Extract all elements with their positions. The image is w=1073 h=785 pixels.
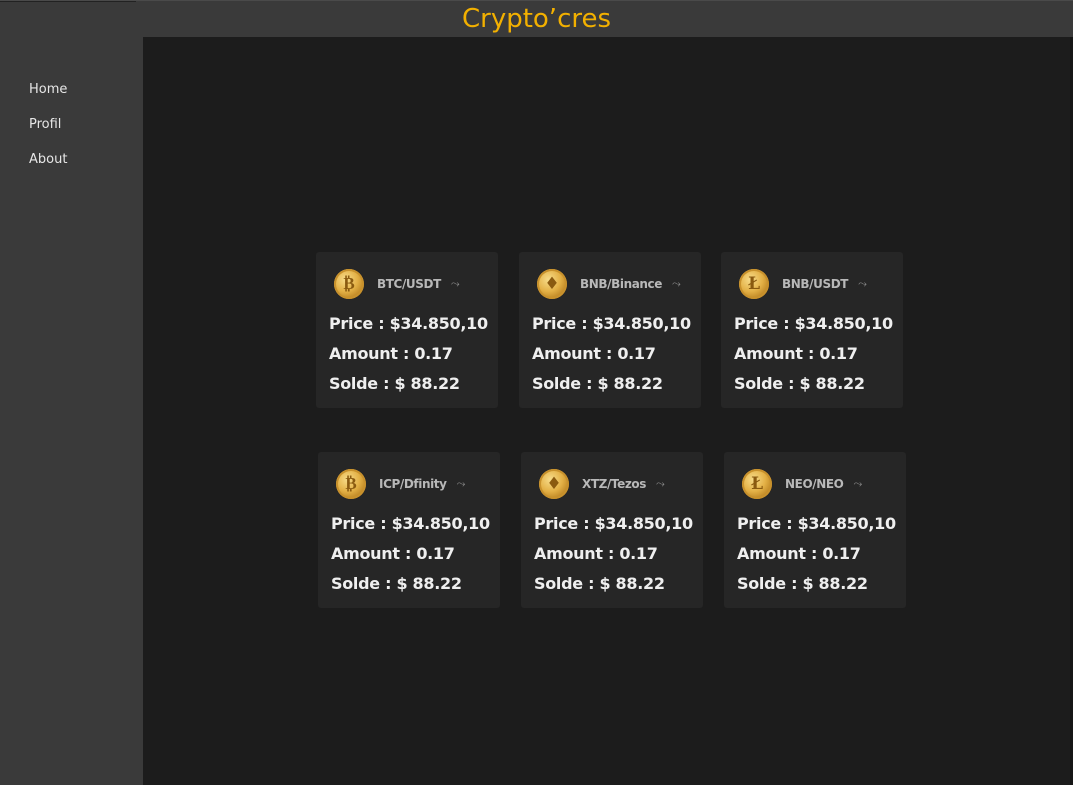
trend-up-icon: ⤳ (656, 477, 665, 490)
solde-value: Solde : $ 88.22 (737, 574, 868, 593)
ethereum-coin-icon: ♦ (539, 469, 569, 499)
card-header: Ł NEO/NEO ⤳ (742, 468, 862, 500)
app-title: Crypto’cres (461, 4, 612, 34)
sidebar-item-about[interactable]: About (29, 152, 67, 167)
price-value: Price : $34.850,10 (734, 314, 893, 333)
solde-value: Solde : $ 88.22 (534, 574, 665, 593)
card-header: ♦ BNB/Binance ⤳ (537, 268, 681, 300)
pair-label: BNB/Binance (580, 277, 663, 291)
crypto-card[interactable]: Ł BNB/USDT ⤳ Price : $34.850,10 Amount :… (721, 252, 903, 408)
solde-value: Solde : $ 88.22 (734, 374, 865, 393)
pair-label: NEO/NEO (785, 477, 844, 491)
price-value: Price : $34.850,10 (532, 314, 691, 333)
price-value: Price : $34.850,10 (534, 514, 693, 533)
bitcoin-coin-icon: ₿ (336, 469, 366, 499)
sidebar-item-profil[interactable]: Profil (29, 117, 61, 132)
crypto-card[interactable]: Ł NEO/NEO ⤳ Price : $34.850,10 Amount : … (724, 452, 906, 608)
trend-up-icon: ⤳ (450, 277, 460, 290)
card-header: ♦ XTZ/Tezos ⤳ (539, 468, 665, 500)
trend-up-icon: ⤳ (858, 277, 867, 290)
amount-value: Amount : 0.17 (737, 544, 861, 563)
header-divider (0, 1, 136, 2)
app-window: Crypto’cres Home Profil About ₿ BTC/USDT… (0, 0, 1073, 785)
amount-value: Amount : 0.17 (532, 344, 656, 363)
sidebar-item-home[interactable]: Home (29, 82, 67, 97)
card-header: Ł BNB/USDT ⤳ (739, 268, 867, 300)
pair-label: BNB/USDT (782, 277, 849, 291)
main-content: ₿ BTC/USDT ⤳ Price : $34.850,10 Amount :… (143, 37, 1073, 785)
pair-label: ICP/Dfinity (379, 477, 447, 491)
pair-label: XTZ/Tezos (582, 477, 647, 491)
card-header: ₿ BTC/USDT ⤳ (334, 268, 460, 300)
header-bar: Crypto’cres (0, 0, 1073, 37)
crypto-card[interactable]: ♦ BNB/Binance ⤳ Price : $34.850,10 Amoun… (519, 252, 701, 408)
solde-value: Solde : $ 88.22 (532, 374, 663, 393)
amount-value: Amount : 0.17 (331, 544, 455, 563)
amount-value: Amount : 0.17 (734, 344, 858, 363)
sidebar: Home Profil About (0, 37, 143, 785)
crypto-card[interactable]: ₿ ICP/Dfinity ⤳ Price : $34.850,10 Amoun… (318, 452, 500, 608)
bitcoin-coin-icon: ₿ (334, 269, 364, 299)
pair-label: BTC/USDT (377, 277, 441, 291)
price-value: Price : $34.850,10 (329, 314, 488, 333)
solde-value: Solde : $ 88.22 (329, 374, 460, 393)
ethereum-coin-icon: ♦ (537, 269, 567, 299)
amount-value: Amount : 0.17 (534, 544, 658, 563)
trend-up-icon: ⤳ (672, 277, 681, 290)
price-value: Price : $34.850,10 (737, 514, 896, 533)
amount-value: Amount : 0.17 (329, 344, 453, 363)
card-header: ₿ ICP/Dfinity ⤳ (336, 468, 465, 500)
price-value: Price : $34.850,10 (331, 514, 490, 533)
litecoin-coin-icon: Ł (739, 269, 769, 299)
trend-up-icon: ⤳ (456, 477, 466, 490)
crypto-card[interactable]: ₿ BTC/USDT ⤳ Price : $34.850,10 Amount :… (316, 252, 498, 408)
trend-up-icon: ⤳ (853, 477, 863, 490)
solde-value: Solde : $ 88.22 (331, 574, 462, 593)
crypto-card[interactable]: ♦ XTZ/Tezos ⤳ Price : $34.850,10 Amount … (521, 452, 703, 608)
litecoin-coin-icon: Ł (742, 469, 772, 499)
